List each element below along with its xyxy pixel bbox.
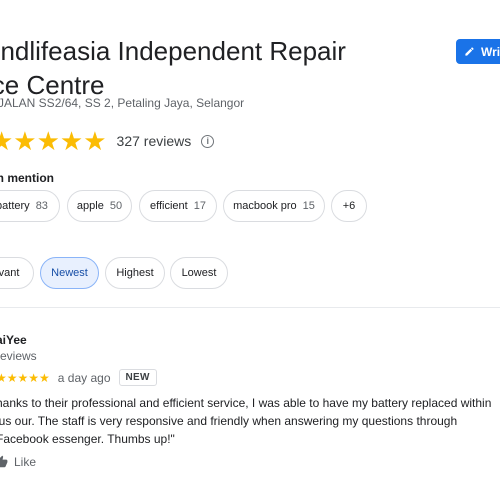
rating-stars: ★★★★★ [0, 126, 107, 156]
pencil-icon [465, 47, 474, 56]
info-icon[interactable]: i [201, 134, 215, 148]
place-address: JALAN SS2/64, SS 2, Petaling Jaya, Selan… [0, 96, 245, 110]
like-button[interactable]: Like [0, 455, 36, 469]
mention-chip-apple[interactable]: apple 50 [67, 190, 132, 222]
rating-summary: ★★★★★ 327 reviews i [0, 126, 215, 156]
mention-chip-more[interactable]: +6 [331, 190, 367, 222]
reviewer-review-count: reviews [0, 349, 37, 363]
review-rating-row: ★★★★★ a day ago NEW [0, 369, 157, 386]
reviewer-name[interactable]: aiYee [0, 333, 27, 347]
place-title: ondlifeasia Independent Repair ice Centr… [0, 34, 346, 102]
mention-chip-efficient[interactable]: efficient 17 [139, 190, 217, 222]
sort-option-relevant[interactable]: evant [0, 257, 34, 289]
new-badge: NEW [118, 369, 157, 386]
place-title-line1: ondlifeasia Independent Repair [0, 36, 346, 66]
like-label: Like [14, 455, 37, 469]
write-review-label: Writ [481, 44, 500, 59]
review-text: hanks to their professional and efficien… [0, 396, 492, 446]
thumbs-up-icon [0, 455, 8, 468]
review-stars: ★★★★★ [0, 370, 50, 385]
sort-option-lowest[interactable]: Lowest [170, 257, 228, 289]
review-date: a day ago [57, 370, 111, 385]
mention-chip-macbook-pro[interactable]: macbook pro 15 [223, 190, 325, 222]
mentions-label: en mention [0, 171, 55, 185]
sort-option-highest[interactable]: Highest [105, 257, 165, 289]
review-count: 327 reviews [116, 133, 192, 149]
write-review-button[interactable]: Writ [456, 39, 500, 64]
sort-option-newest[interactable]: Newest [40, 257, 99, 289]
mention-chip-battery[interactable]: battery 83 [0, 190, 60, 222]
section-divider [0, 307, 500, 308]
